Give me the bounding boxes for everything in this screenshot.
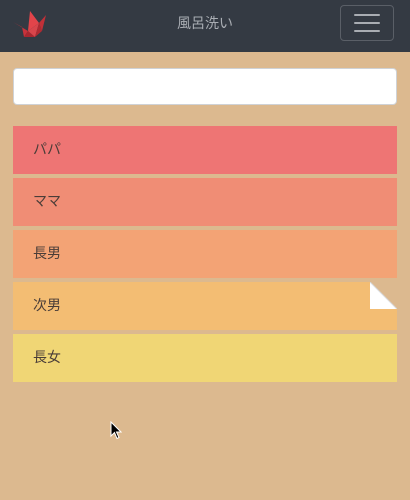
list-item-label: 次男 <box>33 298 61 314</box>
list-item[interactable]: 次男 <box>13 282 397 330</box>
list-item[interactable]: パパ <box>13 126 397 174</box>
page-fold-corner-icon <box>370 282 397 309</box>
list-item[interactable]: 長女 <box>13 334 397 382</box>
hamburger-menu-button[interactable] <box>340 5 394 41</box>
hamburger-menu-icon-bar <box>354 30 380 32</box>
search-input[interactable] <box>13 68 397 105</box>
navbar: 風呂洗い <box>0 0 410 52</box>
member-list: パパ ママ 長男 次男 長女 <box>13 126 397 386</box>
hamburger-menu-icon-bar <box>354 14 380 16</box>
list-item-label: 長女 <box>33 350 61 366</box>
list-item-label: 長男 <box>33 246 61 262</box>
mouse-pointer-icon <box>110 421 122 440</box>
list-item[interactable]: ママ <box>13 178 397 226</box>
list-item-label: ママ <box>33 194 61 210</box>
list-item-label: パパ <box>33 142 61 158</box>
list-item[interactable]: 長男 <box>13 230 397 278</box>
hamburger-menu-icon-bar <box>354 22 380 24</box>
